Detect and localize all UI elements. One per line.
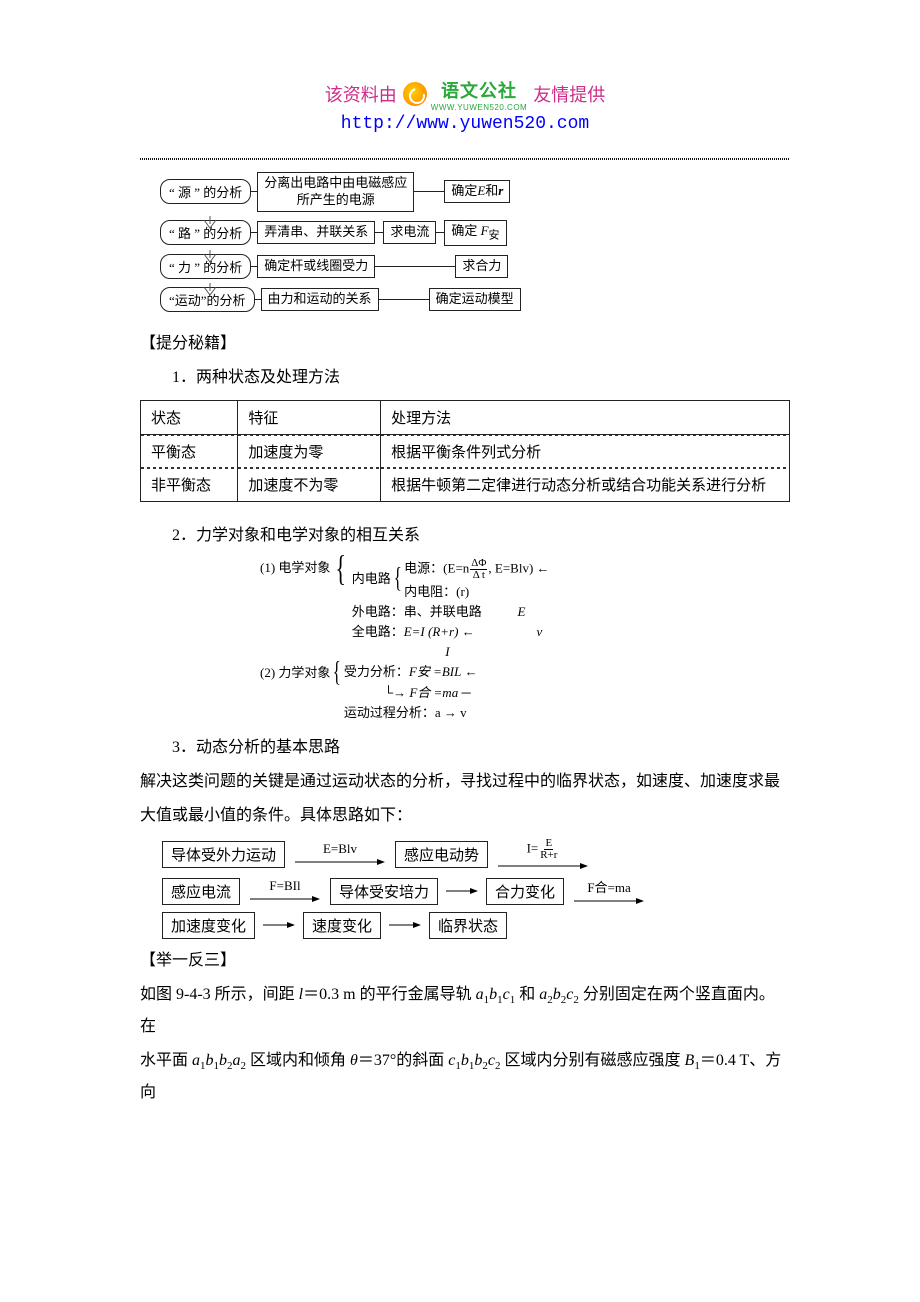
resource-prefix: 该资料由 (325, 81, 397, 107)
pill-source: “ 源 ” 的分析 (160, 179, 251, 204)
dynamic-flow-diagram: 导体受外力运动 E=Blv 感应电动势 I=ER+r 感应电流 F=BIl 导体… (162, 838, 790, 939)
arrow-right-icon: F合=ma (574, 877, 644, 906)
rect-force-analysis: 确定杆或线圈受力 (257, 255, 375, 278)
table-header: 状态 (141, 400, 238, 434)
label-electrical-object: (1) 电学对象 (260, 559, 330, 577)
subsection-1: 1．两种状态及处理方法 (140, 362, 790, 394)
box-induced-current: 感应电流 (162, 878, 240, 905)
rect-determine-er: 确定E和r (444, 180, 510, 203)
rect-force-motion-relation: 由力和运动的关系 (261, 288, 379, 311)
example-paragraph-1: 如图 9-4-3 所示，间距 l＝0.3 m 的平行金属导轨 a1b1c1 和 … (140, 979, 790, 1043)
para-dynamic-1: 解决这类问题的关键是通过运动状态的分析，寻找过程中的临界状态，如速度、加速度求最 (140, 766, 790, 798)
eq-source-emf: 电源：(E=nΔΦΔ t, E=Blv) ← (404, 558, 549, 581)
divider-line (140, 158, 790, 160)
arrow-right-icon: I=ER+r (498, 838, 588, 871)
para-dynamic-2: 大值或最小值的条件。具体思路如下： (140, 800, 790, 832)
arrow-right-icon (446, 886, 478, 896)
section-secrets-title: 【提分秘籍】 (140, 328, 790, 360)
table-cell: 加速度为零 (238, 434, 381, 468)
side-label-v: v (536, 624, 542, 639)
eq-full-circuit: 全电路：E=I (R+r) ← v (352, 623, 550, 641)
example-paragraph-2: 水平面 a1b1b2a2 区域内和倾角 θ＝37°的斜面 c1b1b2c2 区域… (140, 1045, 790, 1109)
side-label-I: I (445, 644, 449, 659)
label-mechanics-object: (2) 力学对象 (260, 664, 330, 682)
subsection-3: 3．动态分析的基本思路 (140, 732, 790, 764)
logo-sub-text: WWW.YUWEN520.COM (431, 103, 527, 112)
label-internal-circuit: 内电路 (352, 570, 391, 588)
table-cell: 根据平衡条件列式分析 (381, 434, 790, 468)
resource-suffix: 友情提供 (533, 81, 605, 107)
section-examples-title: 【举一反三】 (140, 945, 790, 977)
label-external-circuit: 外电路：串、并联电路 E (352, 603, 550, 621)
analysis-flow-diagram: “ 源 ” 的分析 分离出电路中由电磁感应 所产生的电源 确定E和r “ 路 ”… (160, 172, 790, 312)
table-cell: 非平衡态 (141, 468, 238, 502)
source-url: http://www.yuwen520.com (140, 114, 790, 134)
box-net-force-change: 合力变化 (486, 878, 564, 905)
arrow-right-icon (389, 920, 421, 930)
table-cell: 加速度不为零 (238, 468, 381, 502)
states-table: 状态 特征 处理方法 平衡态 加速度为零 根据平衡条件列式分析 非平衡态 加速度… (140, 400, 790, 502)
box-accel-change: 加速度变化 (162, 912, 255, 939)
rect-motion-model: 确定运动模型 (429, 288, 521, 311)
rect-net-force: 求合力 (455, 255, 508, 278)
table-cell: 根据牛顿第二定律进行动态分析或结合功能关系进行分析 (381, 468, 790, 502)
bracket-relations-diagram: (1) 电学对象 { 内电路 { 电源：(E=nΔΦΔ t, E=Blv) ← … (260, 558, 790, 722)
eq-net-force: └→ F合 =ma ─ (344, 684, 478, 702)
box-external-force: 导体受外力运动 (162, 841, 285, 868)
arrow-right-icon: E=Blv (295, 841, 385, 867)
label-motion-process: 运动过程分析：a → v (344, 704, 478, 722)
rect-determine-f: 确定 F安 (444, 220, 506, 246)
rect-find-current: 求电流 (383, 221, 436, 244)
arrow-right-icon: F=BIl (250, 878, 320, 904)
table-cell: 平衡态 (141, 434, 238, 468)
site-logo: 语文公社 WWW.YUWEN520.COM (403, 80, 527, 108)
document-header: 该资料由 语文公社 WWW.YUWEN520.COM 友情提供 http://w… (140, 80, 790, 134)
box-emf: 感应电动势 (395, 841, 488, 868)
box-critical-state: 临界状态 (429, 912, 507, 939)
box-velocity-change: 速度变化 (303, 912, 381, 939)
rect-source-desc: 分离出电路中由电磁感应 所产生的电源 (257, 172, 414, 212)
box-ampere-force: 导体受安培力 (330, 878, 438, 905)
table-header: 处理方法 (381, 400, 790, 434)
swirl-icon (403, 82, 427, 106)
side-label-E: E (517, 604, 525, 619)
rect-series-parallel: 弄清串、并联关系 (257, 221, 375, 244)
eq-force-analysis: 受力分析：F安 =BIL ← (344, 663, 478, 681)
arrow-right-icon (263, 920, 295, 930)
label-internal-res: 内电阻：(r) (404, 583, 549, 601)
table-header: 特征 (238, 400, 381, 434)
subsection-2: 2．力学对象和电学对象的相互关系 (140, 520, 790, 552)
logo-main-text: 语文公社 (441, 81, 517, 101)
